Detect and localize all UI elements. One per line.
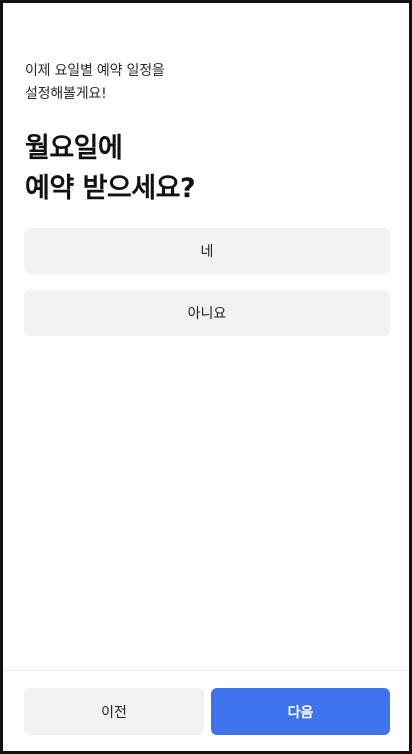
option-no-button[interactable]: 아니요 xyxy=(24,290,390,336)
option-no-label: 아니요 xyxy=(187,306,227,322)
footer-divider xyxy=(3,670,409,671)
question-title: 월요일에 예약 받으세요? xyxy=(25,129,196,209)
option-yes-label: 네 xyxy=(200,244,214,260)
intro-text: 이제 요일별 예약 일정을 설정해볼게요! xyxy=(25,60,165,106)
app-screen: 이제 요일별 예약 일정을 설정해볼게요! 월요일에 예약 받으세요? 네 아니… xyxy=(0,0,412,754)
prev-button[interactable]: 이전 xyxy=(24,688,204,735)
option-yes-button[interactable]: 네 xyxy=(24,228,390,274)
question-line-1: 월요일에 xyxy=(25,133,123,164)
next-button[interactable]: 다음 xyxy=(211,688,390,735)
question-line-2: 예약 받으세요? xyxy=(25,173,196,204)
next-button-label: 다음 xyxy=(287,704,314,721)
prev-button-label: 이전 xyxy=(101,704,127,721)
intro-line-1: 이제 요일별 예약 일정을 xyxy=(25,63,165,79)
intro-line-2: 설정해볼게요! xyxy=(25,86,107,102)
